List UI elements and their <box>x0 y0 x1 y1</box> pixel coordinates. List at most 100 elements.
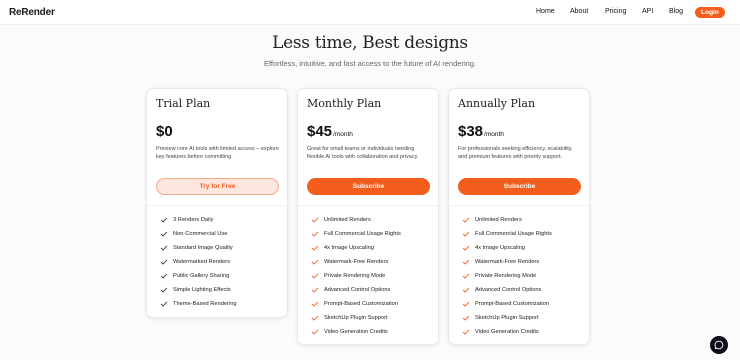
feature-label: 4x Image Upscaling <box>324 245 374 251</box>
feature-item: Non-Commercial Use <box>160 227 237 241</box>
check-icon <box>462 216 470 224</box>
check-icon <box>160 272 168 280</box>
feature-item: Watermark-Free Renders <box>311 255 401 269</box>
price-amount: $0 <box>156 123 173 140</box>
plan-card-monthly: Monthly Plan $45/month Great for small t… <box>297 88 439 345</box>
feature-item: Prompt-Based Customization <box>311 297 401 311</box>
feature-label: Standard Image Quality <box>173 245 233 251</box>
check-icon <box>311 328 319 336</box>
feature-label: Watermark-Free Renders <box>324 259 389 265</box>
feature-item: Unlimited Renders <box>311 213 401 227</box>
feature-item: 4x Image Upscaling <box>462 241 552 255</box>
chat-bubble-icon[interactable] <box>710 336 728 354</box>
feature-item: Public Gallery Sharing <box>160 269 237 283</box>
check-icon <box>462 286 470 294</box>
feature-label: Prompt-Based Customization <box>324 301 398 307</box>
plan-card-annual: Annually Plan $38/month For professional… <box>448 88 590 345</box>
feature-item: Full Commercial Usage Rights <box>462 227 552 241</box>
feature-item: Theme-Based Rendering <box>160 297 237 311</box>
feature-label: Video Generation Credits <box>324 329 388 335</box>
feature-item: 4x Image Upscaling <box>311 241 401 255</box>
feature-label: Video Generation Credits <box>475 329 539 335</box>
feature-item: Video Generation Credits <box>311 325 401 339</box>
plan-price: $38/month <box>458 123 504 140</box>
plan-description: For professionals seeking efficiency, sc… <box>458 146 573 160</box>
hero-title: Less time, Best designs <box>272 33 468 53</box>
feature-label: 4x Image Upscaling <box>475 245 525 251</box>
feature-item: Private Rendering Mode <box>311 269 401 283</box>
feature-label: SketchUp Plugin Support <box>324 315 388 321</box>
login-button[interactable]: Login <box>695 7 725 18</box>
subscribe-button-monthly[interactable]: Subscribe <box>307 178 430 195</box>
check-icon <box>462 258 470 266</box>
check-icon <box>311 230 319 238</box>
feature-item: Simple Lighting Effects <box>160 283 237 297</box>
feature-label: Full Commercial Usage Rights <box>324 231 401 237</box>
feature-label: Private Rendering Mode <box>475 273 537 279</box>
nav-home[interactable]: Home <box>536 8 555 15</box>
check-icon <box>160 216 168 224</box>
check-icon <box>160 286 168 294</box>
feature-label: Private Rendering Mode <box>324 273 386 279</box>
check-icon <box>462 244 470 252</box>
feature-label: Non-Commercial Use <box>173 231 228 237</box>
check-icon <box>160 258 168 266</box>
price-period: /month <box>484 131 504 138</box>
feature-list: Unlimited Renders Full Commercial Usage R… <box>462 213 552 339</box>
check-icon <box>311 216 319 224</box>
feature-item: Advanced Control Options <box>311 283 401 297</box>
check-icon <box>462 328 470 336</box>
top-navbar: ReRender Home About Pricing API Blog Log… <box>0 0 740 25</box>
check-icon <box>311 314 319 322</box>
hero-subtitle: Effortless, intuitive, and fast access t… <box>263 59 477 68</box>
card-divider <box>449 205 589 206</box>
price-amount: $45 <box>307 123 333 140</box>
feature-item: Private Rendering Mode <box>462 269 552 283</box>
feature-label: Unlimited Renders <box>475 217 522 223</box>
feature-item: Prompt-Based Customization <box>462 297 552 311</box>
feature-item: Standard Image Quality <box>160 241 237 255</box>
feature-label: Simple Lighting Effects <box>173 287 231 293</box>
feature-label: Watermark-Free Renders <box>475 259 540 265</box>
check-icon <box>311 244 319 252</box>
plan-name: Monthly Plan <box>307 97 382 110</box>
check-icon <box>311 272 319 280</box>
feature-label: SketchUp Plugin Support <box>475 315 539 321</box>
nav-blog[interactable]: Blog <box>669 8 683 15</box>
feature-label: Public Gallery Sharing <box>173 273 230 279</box>
feature-item: Video Generation Credits <box>462 325 552 339</box>
feature-label: Watermarked Renders <box>173 259 230 265</box>
feature-label: 3 Renders Daily <box>173 217 214 223</box>
check-icon <box>160 244 168 252</box>
feature-item: Watermarked Renders <box>160 255 237 269</box>
price-period: /month <box>333 131 353 138</box>
plan-name: Annually Plan <box>458 97 536 110</box>
plan-price: $0 <box>156 123 174 140</box>
feature-item: Advanced Control Options <box>462 283 552 297</box>
check-icon <box>311 258 319 266</box>
check-icon <box>462 300 470 308</box>
plan-description: Great for small teams or individuals nee… <box>307 146 419 160</box>
nav-pricing[interactable]: Pricing <box>605 8 626 15</box>
plan-card-trial: Trial Plan $0 Preview core AI tools with… <box>146 88 288 318</box>
feature-label: Full Commercial Usage Rights <box>475 231 552 237</box>
check-icon <box>462 272 470 280</box>
feature-label: Unlimited Renders <box>324 217 371 223</box>
feature-item: 3 Renders Daily <box>160 213 237 227</box>
check-icon <box>311 300 319 308</box>
feature-list: Unlimited Renders Full Commercial Usage R… <box>311 213 401 339</box>
card-divider <box>298 205 438 206</box>
plan-price: $45/month <box>307 123 353 140</box>
nav-api[interactable]: API <box>642 8 653 15</box>
subscribe-button-annual[interactable]: Subscribe <box>458 178 581 195</box>
brand-logo[interactable]: ReRender <box>9 7 55 18</box>
feature-item: Watermark-Free Renders <box>462 255 552 269</box>
feature-label: Theme-Based Rendering <box>173 301 237 307</box>
feature-label: Advanced Control Options <box>475 287 542 293</box>
check-icon <box>462 230 470 238</box>
try-free-button[interactable]: Try for Free <box>156 178 279 195</box>
feature-list: 3 Renders Daily Non-Commercial Use Standar… <box>160 213 237 311</box>
feature-label: Advanced Control Options <box>324 287 391 293</box>
nav-about[interactable]: About <box>570 8 588 15</box>
check-icon <box>160 300 168 308</box>
